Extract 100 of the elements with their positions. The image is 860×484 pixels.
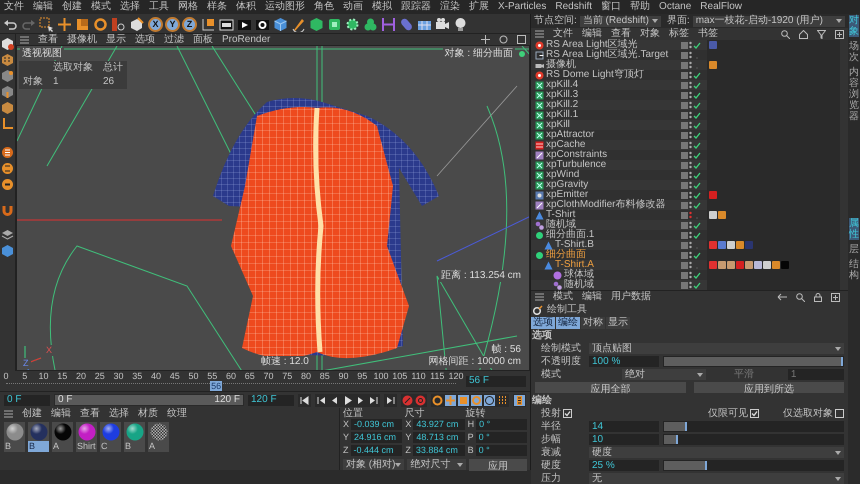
menu-item[interactable]: 用户数据 [611,291,651,303]
generator-icon[interactable] [309,16,324,32]
coordinate-icon[interactable] [111,16,126,32]
visibility-dots-icon[interactable] [689,241,692,249]
next-key-icon[interactable] [368,394,379,406]
material-swatch[interactable]: B [4,422,25,452]
menu-item[interactable]: 编辑 [33,1,53,13]
layer-box-icon[interactable] [681,242,688,248]
scale-key-icon[interactable] [458,394,469,406]
layer-box-icon[interactable] [681,202,688,208]
layer-box-icon[interactable] [681,152,688,158]
visibility-dots-icon[interactable] [689,91,692,99]
gear-icon[interactable] [345,16,360,32]
enabled-check-icon[interactable] [693,42,701,48]
visibility-dots-icon[interactable] [689,141,692,149]
node-space-dropdown[interactable]: 当前 (Redshift) [580,16,661,26]
object-name[interactable]: xpKill.1 [546,110,578,120]
dropdown[interactable]: 硬度 [589,447,844,458]
axis-lock-button[interactable]: Y [165,16,180,32]
object-name[interactable]: xpEmitter [546,190,588,200]
object-name[interactable]: 摄像机 [546,60,576,70]
apply-button[interactable]: 应用到所选 [694,382,844,393]
attribute-tab[interactable]: 对称 [581,316,605,328]
material-swatch[interactable]: A [52,422,73,452]
layer-box-icon[interactable] [681,92,688,98]
visibility-dots-icon[interactable] [689,271,692,279]
visibility-dots-icon[interactable] [689,181,692,189]
object-name[interactable]: 球体域 [564,270,594,280]
enabled-check-icon[interactable] [693,152,701,158]
material-swatch[interactable]: B [28,422,49,452]
lock-icon[interactable] [814,292,822,302]
move-icon[interactable] [57,16,72,32]
panel-tab[interactable]: 结构 [849,259,859,281]
visibility-dots-icon[interactable] [689,111,692,119]
coordinate-field[interactable]: -0.039 cm [351,419,402,430]
menu-item[interactable]: 角色 [314,1,334,13]
layer-box-icon[interactable] [681,52,688,58]
visibility-dots-icon[interactable] [689,41,692,49]
back-arrow-icon[interactable] [777,293,787,301]
layer-box-icon[interactable] [681,42,688,48]
number-field[interactable]: 100 % [589,356,659,367]
checkbox[interactable] [563,409,572,418]
go-to-end-icon[interactable] [385,394,396,406]
magnet-icon[interactable] [1,203,14,216]
coordinate-mode-dropdown[interactable]: 对象 (相对) [343,459,404,470]
object-name[interactable]: xpKill [546,120,570,130]
number-field[interactable]: 10 [589,434,659,445]
previous-key-icon[interactable] [316,394,327,406]
workplane-icon[interactable] [1,117,14,130]
start-frame-field[interactable]: 0 F [4,394,50,406]
menu-icon[interactable] [20,36,29,44]
menu-item[interactable]: 创建 [22,408,42,420]
enabled-check-icon[interactable] [693,192,701,198]
material-swatch[interactable]: Shirt [76,422,97,452]
menu-item[interactable]: 创建 [62,1,82,13]
menu-item[interactable]: 过滤 [164,34,184,46]
menu-item[interactable]: 查看 [38,34,58,46]
selection-icon[interactable] [39,16,54,32]
enabled-check-icon[interactable] [693,202,701,208]
visibility-dots-icon[interactable] [689,231,692,239]
quantize-icon[interactable] [1,178,14,191]
visibility-dots-icon[interactable] [689,281,692,289]
attribute-tab[interactable]: 显示 [606,316,630,328]
apply-button[interactable]: 应用全部 [535,382,686,393]
menu-item[interactable]: Octane [659,1,692,13]
panel-tab[interactable]: 层 [849,244,859,255]
record-icon[interactable] [402,394,413,406]
menu-item[interactable]: 标签 [669,28,689,40]
checkbox[interactable] [835,409,844,418]
layer-box-icon[interactable] [681,252,688,258]
texture-mode-icon[interactable] [1,53,14,66]
menu-item[interactable]: 摄像机 [67,34,97,46]
edge-mode-icon[interactable] [1,85,14,98]
object-name[interactable]: xpTurbulence [546,160,606,170]
dropdown[interactable]: 顶点贴图 [589,343,844,354]
polygon-mode-icon[interactable] [1,101,14,114]
dropdown[interactable]: 无 [589,473,844,484]
cube-icon[interactable] [273,16,288,32]
layer-box-icon[interactable] [681,112,688,118]
enabled-check-icon[interactable] [693,222,701,228]
visibility-dots-icon[interactable] [689,201,692,209]
object-name[interactable]: RS Area Light区域光 [546,40,638,50]
enabled-check-icon[interactable] [693,122,701,128]
current-frame-field[interactable]: 56 F [466,376,526,386]
visibility-dots-icon[interactable] [689,101,692,109]
object-name[interactable]: xpAttractor [546,130,594,140]
frame-range-slider[interactable]: 0 F 120 F [54,394,244,406]
number-field[interactable]: 25 % [589,460,659,471]
layer-box-icon[interactable] [681,212,688,218]
visibility-dots-icon[interactable] [689,261,692,269]
menu-item[interactable]: 样条 [207,1,227,13]
axis-lock-button[interactable]: Z [182,16,197,32]
menu-item[interactable]: 选择 [120,1,140,13]
slider-track[interactable] [663,460,844,471]
menu-item[interactable]: 模式 [91,1,111,13]
panel-tab[interactable]: 内容浏览器 [849,67,859,122]
visibility-dots-icon[interactable] [689,251,692,259]
enabled-check-icon[interactable] [693,102,701,108]
auto-key-icon[interactable] [415,394,426,406]
menu-item[interactable]: 材质 [138,408,158,420]
